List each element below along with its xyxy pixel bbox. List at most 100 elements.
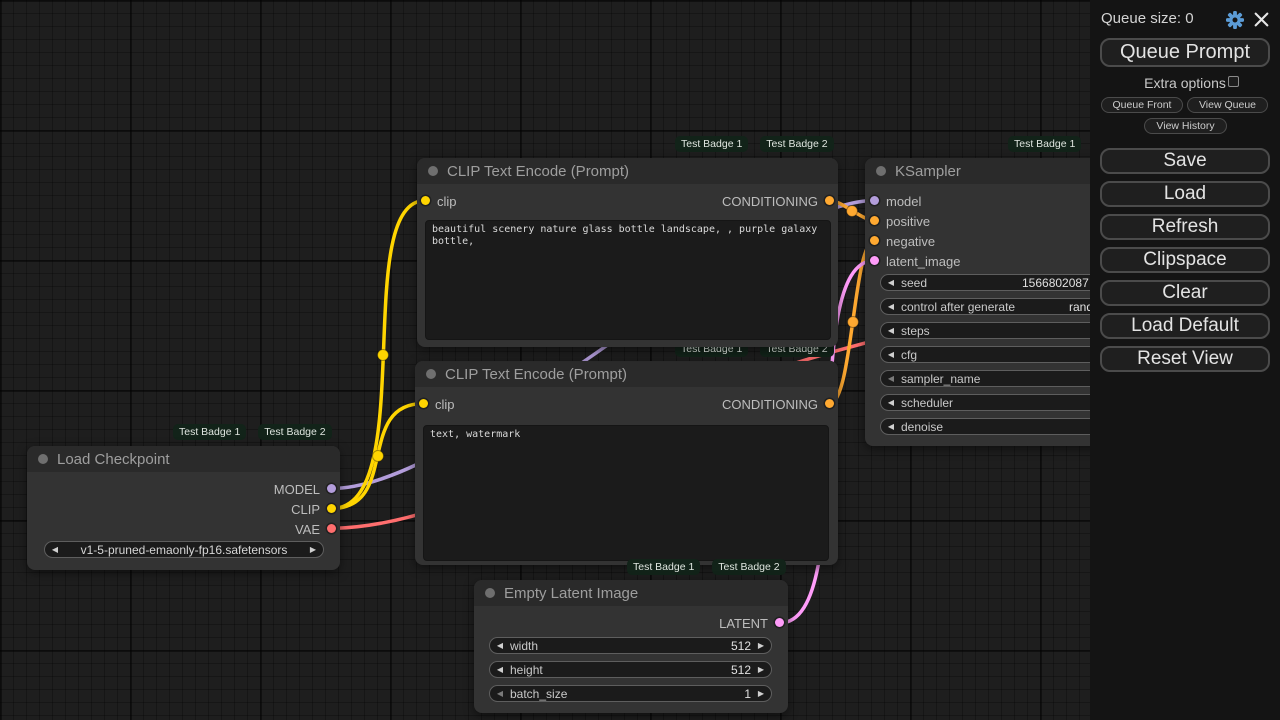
increment-arrow-icon[interactable]: ▶ bbox=[751, 662, 771, 677]
decrement-arrow-icon[interactable]: ◀ bbox=[881, 371, 901, 386]
collapse-dot-icon[interactable] bbox=[38, 454, 48, 464]
node-titlebar[interactable]: CLIP Text Encode (Prompt) bbox=[417, 158, 838, 184]
queue-size-label: Queue size: 0 bbox=[1101, 10, 1194, 27]
widget-label: height bbox=[510, 663, 543, 677]
link-midpoint-dot[interactable] bbox=[378, 350, 389, 361]
node-badge: Test Badge 1 bbox=[627, 559, 700, 575]
link-midpoint-dot[interactable] bbox=[848, 317, 859, 328]
widget-label: width bbox=[510, 639, 538, 653]
prompt-textarea[interactable]: text, watermark bbox=[423, 425, 829, 561]
widget-value: 1566802087 bbox=[1022, 276, 1089, 291]
refresh-button[interactable]: Refresh bbox=[1100, 214, 1270, 240]
input-slot-positive[interactable] bbox=[870, 216, 879, 225]
input-slot-latent-image[interactable] bbox=[870, 256, 879, 265]
widget-label: scheduler bbox=[901, 396, 953, 410]
node-titlebar[interactable]: Load Checkpoint bbox=[27, 446, 340, 472]
increment-arrow-icon[interactable]: ▶ bbox=[751, 686, 771, 701]
settings-gear-icon[interactable] bbox=[1225, 10, 1245, 30]
combo-right-arrow-icon[interactable]: ▶ bbox=[303, 542, 323, 557]
input-slot-label: negative bbox=[886, 234, 935, 249]
collapse-dot-icon[interactable] bbox=[426, 369, 436, 379]
reset-view-button[interactable]: Reset View bbox=[1100, 346, 1270, 372]
prompt-textarea[interactable]: beautiful scenery nature glass bottle la… bbox=[425, 220, 831, 340]
link-midpoint-dot[interactable] bbox=[373, 451, 384, 462]
collapse-dot-icon[interactable] bbox=[485, 588, 495, 598]
node-badges: Test Badge 1 Test Badge 2 bbox=[173, 424, 332, 440]
input-slot-label: latent_image bbox=[886, 254, 960, 269]
clipspace-button[interactable]: Clipspace bbox=[1100, 247, 1270, 273]
widget-value: 512 bbox=[731, 639, 751, 653]
node-badges: Test Badge 1 Test Badge 2 bbox=[627, 559, 786, 575]
output-slot-label: MODEL bbox=[274, 482, 320, 497]
node-clip-text-encode-positive[interactable]: CLIP Text Encode (Prompt) clip CONDITION… bbox=[417, 158, 838, 347]
node-titlebar[interactable]: CLIP Text Encode (Prompt) bbox=[415, 361, 838, 387]
output-slot-conditioning[interactable] bbox=[825, 399, 834, 408]
close-icon[interactable] bbox=[1253, 11, 1270, 28]
node-badge: Test Badge 2 bbox=[258, 424, 331, 440]
input-slot-model[interactable] bbox=[870, 196, 879, 205]
node-badge: Test Badge 1 bbox=[1008, 136, 1081, 152]
widget-width[interactable]: ◀ width 512 ▶ bbox=[489, 637, 772, 654]
extra-options-checkbox[interactable] bbox=[1228, 76, 1239, 87]
widget-label: batch_size bbox=[510, 687, 567, 701]
output-slot-conditioning[interactable] bbox=[825, 196, 834, 205]
node-badge: Test Badge 2 bbox=[712, 559, 785, 575]
decrement-arrow-icon[interactable]: ◀ bbox=[881, 347, 901, 362]
node-clip-text-encode-negative[interactable]: CLIP Text Encode (Prompt) clip CONDITION… bbox=[415, 361, 838, 565]
output-slot-clip[interactable] bbox=[327, 504, 336, 513]
node-badges: Test Badge 1 Test Badge 2 bbox=[675, 136, 834, 152]
decrement-arrow-icon[interactable]: ◀ bbox=[881, 323, 901, 338]
queue-prompt-button[interactable]: Queue Prompt bbox=[1100, 38, 1270, 67]
link-midpoint-dot[interactable] bbox=[847, 206, 858, 217]
output-slot-vae[interactable] bbox=[327, 524, 336, 533]
input-slot-label: model bbox=[886, 194, 921, 209]
widget-label: control after generate bbox=[901, 300, 1015, 314]
decrement-arrow-icon[interactable]: ◀ bbox=[881, 299, 901, 314]
widget-ckpt-name-combo[interactable]: ◀ v1-5-pruned-emaonly-fp16.safetensors ▶ bbox=[44, 541, 324, 558]
output-slot-model[interactable] bbox=[327, 484, 336, 493]
decrement-arrow-icon[interactable]: ◀ bbox=[490, 686, 510, 701]
node-empty-latent-image[interactable]: Empty Latent Image LATENT ◀ width 512 ▶ … bbox=[474, 580, 788, 713]
node-badge: Test Badge 1 bbox=[173, 424, 246, 440]
input-slot-clip[interactable] bbox=[421, 196, 430, 205]
clear-button[interactable]: Clear bbox=[1100, 280, 1270, 306]
load-default-button[interactable]: Load Default bbox=[1100, 313, 1270, 339]
widget-label: denoise bbox=[901, 420, 943, 434]
node-badge: Test Badge 2 bbox=[760, 136, 833, 152]
collapse-dot-icon[interactable] bbox=[876, 166, 886, 176]
save-button[interactable]: Save bbox=[1100, 148, 1270, 174]
decrement-arrow-icon[interactable]: ◀ bbox=[490, 662, 510, 677]
widget-label: seed bbox=[901, 276, 927, 290]
view-queue-button[interactable]: View Queue bbox=[1187, 97, 1268, 113]
node-load-checkpoint[interactable]: Load Checkpoint MODEL CLIP VAE ◀ v1-5-pr… bbox=[27, 446, 340, 570]
output-slot-label: VAE bbox=[295, 522, 320, 537]
decrement-arrow-icon[interactable]: ◀ bbox=[881, 395, 901, 410]
load-button[interactable]: Load bbox=[1100, 181, 1270, 207]
output-slot-label: CLIP bbox=[291, 502, 320, 517]
input-slot-label: positive bbox=[886, 214, 930, 229]
extra-options-row: Extra options bbox=[1090, 75, 1280, 91]
queue-front-button[interactable]: Queue Front bbox=[1101, 97, 1183, 113]
input-slot-negative[interactable] bbox=[870, 236, 879, 245]
widget-label: cfg bbox=[901, 348, 917, 362]
decrement-arrow-icon[interactable]: ◀ bbox=[881, 419, 901, 434]
widget-value: v1-5-pruned-emaonly-fp16.safetensors bbox=[65, 543, 303, 557]
comfy-menu-panel: Queue size: 0 Queue Prompt Extra options… bbox=[1090, 0, 1280, 720]
node-title-text: CLIP Text Encode (Prompt) bbox=[447, 163, 629, 180]
input-slot-clip[interactable] bbox=[419, 399, 428, 408]
widget-value: 1 bbox=[744, 687, 751, 701]
node-titlebar[interactable]: Empty Latent Image bbox=[474, 580, 788, 606]
output-slot-latent[interactable] bbox=[775, 618, 784, 627]
view-history-button[interactable]: View History bbox=[1144, 118, 1227, 134]
combo-left-arrow-icon[interactable]: ◀ bbox=[45, 542, 65, 557]
node-title-text: Empty Latent Image bbox=[504, 585, 638, 602]
widget-batch-size[interactable]: ◀ batch_size 1 ▶ bbox=[489, 685, 772, 702]
node-title-text: Load Checkpoint bbox=[57, 451, 170, 468]
widget-height[interactable]: ◀ height 512 ▶ bbox=[489, 661, 772, 678]
output-slot-label: CONDITIONING bbox=[722, 194, 818, 209]
decrement-arrow-icon[interactable]: ◀ bbox=[881, 275, 901, 290]
collapse-dot-icon[interactable] bbox=[428, 166, 438, 176]
increment-arrow-icon[interactable]: ▶ bbox=[751, 638, 771, 653]
node-graph-canvas[interactable]: Test Badge 1 Test Badge 2 CLIP Text Enco… bbox=[0, 0, 1280, 720]
decrement-arrow-icon[interactable]: ◀ bbox=[490, 638, 510, 653]
